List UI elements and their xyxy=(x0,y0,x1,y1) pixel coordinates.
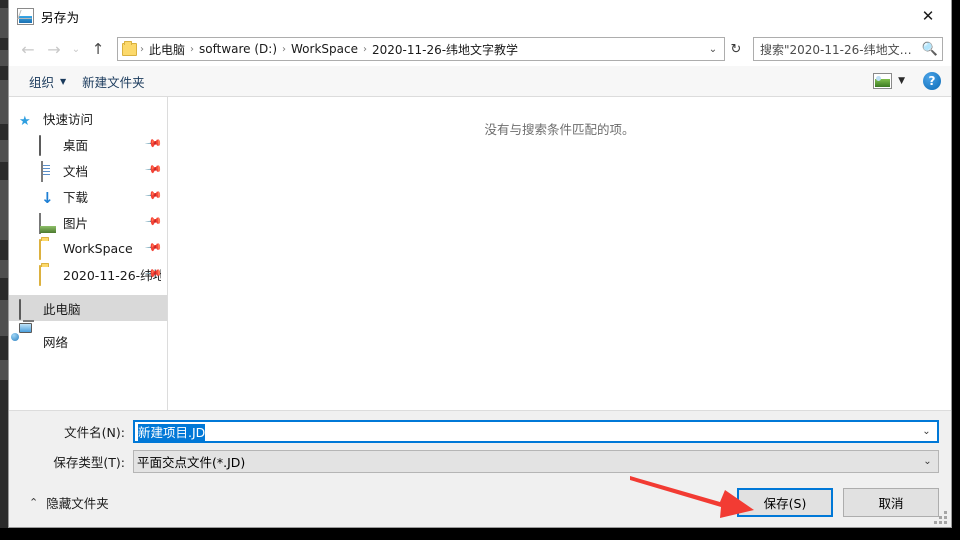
pin-icon[interactable]: 📌 xyxy=(145,186,164,205)
sidebar-item-desktop[interactable]: 桌面 📌 xyxy=(9,131,167,157)
filename-label: 文件名(N): xyxy=(64,425,125,440)
network-icon xyxy=(19,333,37,349)
breadcrumb-item-3[interactable]: 2020-11-26-纬地文字教学 xyxy=(368,39,522,60)
file-form: 文件名(N): 新建项目.JD ⌄ 保存类型(T): 平面交点文件(*.JD) … xyxy=(9,410,951,480)
close-icon[interactable]: ✕ xyxy=(905,0,951,31)
file-list-pane[interactable]: 没有与搜索条件匹配的项。 xyxy=(168,97,951,410)
downloads-icon: ↓ xyxy=(41,189,54,207)
chevron-down-icon[interactable]: ⌄ xyxy=(917,456,938,467)
new-folder-button[interactable]: 新建文件夹 xyxy=(74,69,153,94)
cancel-button[interactable]: 取消 xyxy=(843,488,939,517)
pin-icon[interactable]: 📌 xyxy=(145,212,164,231)
hide-folders-toggle[interactable]: ⌃ 隐藏文件夹 xyxy=(29,493,109,512)
navigation-bar: ← → ⌄ ↑ › 此电脑 › software (D:) › WorkSpac… xyxy=(9,32,951,66)
breadcrumb-item-1[interactable]: software (D:) xyxy=(195,40,281,58)
save-as-dialog: 另存为 ✕ ← → ⌄ ↑ › 此电脑 › software (D:) › Wo… xyxy=(8,0,952,528)
sidebar-item-network[interactable]: 网络 xyxy=(9,328,167,354)
sidebar-item-pictures[interactable]: 图片 📌 xyxy=(9,209,167,235)
chevron-up-icon: ⌃ xyxy=(29,496,39,509)
this-pc-icon xyxy=(19,299,37,320)
sidebar-item-label: 下载 xyxy=(63,189,89,205)
folder-icon xyxy=(39,265,57,286)
filetype-row: 保存类型(T): 平面交点文件(*.JD) ⌄ xyxy=(21,450,939,473)
address-bar[interactable]: › 此电脑 › software (D:) › WorkSpace › 2020… xyxy=(117,37,725,61)
search-placeholder: 搜索"2020-11-26-纬地文字... xyxy=(760,42,922,57)
dialog-body: ★ 快速访问 桌面 📌 文档 📌 ↓ 下载 📌 图片 📌 WorkSpace 📌… xyxy=(9,97,951,410)
filename-selected-text: 新建项目.JD xyxy=(138,424,206,441)
desktop-icon xyxy=(39,135,57,156)
recent-locations-icon[interactable]: ⌄ xyxy=(67,36,85,62)
pin-icon[interactable]: 📌 xyxy=(145,160,164,179)
refresh-icon[interactable]: ↻ xyxy=(725,37,747,61)
pin-icon[interactable]: 📌 xyxy=(145,134,164,153)
window-title: 另存为 xyxy=(41,9,80,25)
filename-value: 新建项目.JD xyxy=(138,422,916,441)
star-pin-icon: ★ xyxy=(19,114,31,129)
resize-grip[interactable] xyxy=(934,511,947,524)
sidebar-item-project-folder[interactable]: 2020-11-26-纬地 📌 xyxy=(9,261,167,287)
sidebar-item-label: 此电脑 xyxy=(43,301,81,317)
organize-button[interactable]: 组织 ▼ xyxy=(21,69,74,94)
save-button[interactable]: 保存(S) xyxy=(737,488,833,517)
documents-icon xyxy=(39,161,57,182)
sidebar-item-documents[interactable]: 文档 📌 xyxy=(9,157,167,183)
filename-row: 文件名(N): 新建项目.JD ⌄ xyxy=(21,420,939,443)
breadcrumb-item-0[interactable]: 此电脑 xyxy=(145,39,189,60)
chevron-down-icon[interactable]: ⌄ xyxy=(704,38,722,60)
sidebar-item-label: 图片 xyxy=(63,215,89,231)
search-input[interactable]: 搜索"2020-11-26-纬地文字... 🔍 xyxy=(753,37,943,61)
breadcrumb: › 此电脑 › software (D:) › WorkSpace › 2020… xyxy=(139,39,704,60)
sidebar-item-label: 桌面 xyxy=(63,137,89,153)
sidebar-item-label: WorkSpace xyxy=(63,240,133,256)
sidebar-item-label: 快速访问 xyxy=(43,111,94,127)
back-icon[interactable]: ← xyxy=(15,36,41,62)
navigation-sidebar: ★ 快速访问 桌面 📌 文档 📌 ↓ 下载 📌 图片 📌 WorkSpace 📌… xyxy=(9,97,168,410)
sidebar-item-this-pc[interactable]: 此电脑 xyxy=(9,295,167,321)
breadcrumb-item-2[interactable]: WorkSpace xyxy=(287,40,362,58)
search-icon: 🔍 xyxy=(921,41,938,57)
chevron-down-icon[interactable]: ⌄ xyxy=(916,426,937,437)
save-as-icon xyxy=(17,7,34,25)
desktop-background: 另存为 ✕ ← → ⌄ ↑ › 此电脑 › software (D:) › Wo… xyxy=(0,0,960,540)
up-icon[interactable]: ↑ xyxy=(85,36,111,62)
forward-icon[interactable]: → xyxy=(41,36,67,62)
help-icon[interactable]: ? xyxy=(923,72,941,90)
filename-input[interactable]: 新建项目.JD ⌄ xyxy=(133,420,939,443)
sidebar-item-label: 网络 xyxy=(43,334,69,350)
sidebar-item-quick-access[interactable]: ★ 快速访问 xyxy=(9,105,167,131)
sidebar-item-label: 文档 xyxy=(63,163,89,179)
chevron-down-icon: ▼ xyxy=(60,76,67,86)
chevron-down-icon[interactable]: ▼ xyxy=(898,76,905,86)
view-mode-icon[interactable] xyxy=(873,73,893,89)
organize-label: 组织 xyxy=(29,74,55,90)
pin-icon[interactable]: 📌 xyxy=(145,238,164,257)
folder-icon xyxy=(39,239,57,260)
filetype-label: 保存类型(T): xyxy=(53,455,125,470)
empty-list-message: 没有与搜索条件匹配的项。 xyxy=(484,122,635,137)
title-bar: 另存为 ✕ xyxy=(9,0,951,32)
toolbar: 组织 ▼ 新建文件夹 ▼ ? xyxy=(9,66,951,97)
hide-folders-label: 隐藏文件夹 xyxy=(46,496,109,511)
sidebar-item-downloads[interactable]: ↓ 下载 📌 xyxy=(9,183,167,209)
dialog-footer: ⌃ 隐藏文件夹 保存(S) 取消 xyxy=(9,480,951,527)
folder-icon xyxy=(122,40,137,56)
filetype-value: 平面交点文件(*.JD) xyxy=(137,455,246,470)
new-folder-label: 新建文件夹 xyxy=(82,74,145,90)
filetype-select[interactable]: 平面交点文件(*.JD) ⌄ xyxy=(133,450,939,473)
pictures-icon xyxy=(39,213,57,234)
sidebar-item-workspace[interactable]: WorkSpace 📌 xyxy=(9,235,167,261)
